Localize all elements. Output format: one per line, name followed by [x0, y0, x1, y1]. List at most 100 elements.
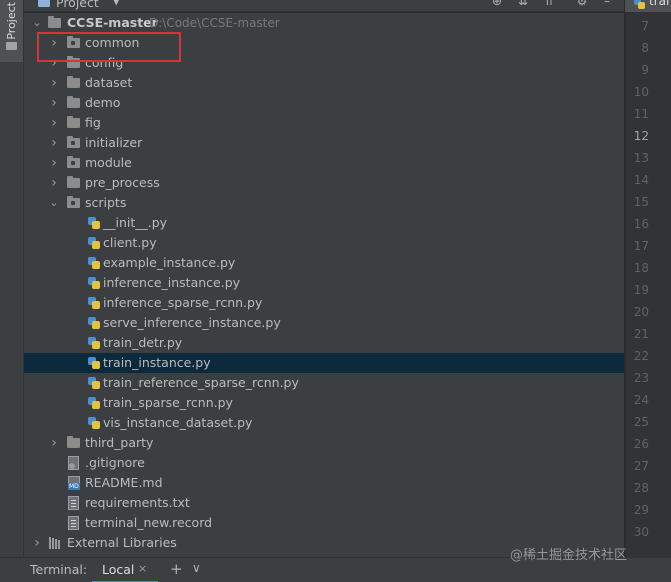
- tree-folder-module[interactable]: › module: [24, 153, 624, 173]
- python-file-icon: [87, 276, 101, 290]
- markdown-file-icon: [68, 476, 80, 490]
- tree-item-label: terminal_new.record: [85, 515, 213, 530]
- project-view-selector[interactable]: Project: [56, 0, 99, 10]
- tree-item-label: fig: [85, 115, 101, 130]
- chevron-down-icon[interactable]: ⌄: [49, 193, 59, 213]
- chevron-down-icon[interactable]: ⌄: [32, 13, 42, 33]
- tree-folder-demo[interactable]: › demo: [24, 93, 624, 113]
- tree-file-row[interactable]: example_instance.py: [24, 253, 624, 273]
- project-path: D:\Code\CCSE-master: [149, 16, 280, 30]
- tree-folder-scripts[interactable]: ⌄ scripts: [24, 193, 624, 213]
- tree-file-row[interactable]: terminal_new.record: [24, 513, 624, 533]
- tree-file-row[interactable]: serve_inference_instance.py: [24, 313, 624, 333]
- line-number: 20: [633, 305, 649, 319]
- add-icon[interactable]: +: [170, 560, 183, 578]
- python-file-icon: [87, 296, 101, 310]
- tree-file-row[interactable]: inference_sparse_rcnn.py: [24, 293, 624, 313]
- tree-folder-initializer[interactable]: › initializer: [24, 133, 624, 153]
- python-file-icon-yellow: [92, 341, 100, 349]
- python-file-icon: [87, 416, 101, 430]
- library-icon: [49, 537, 62, 549]
- tree-item-label: inference_instance.py: [103, 275, 241, 290]
- chevron-right-icon[interactable]: ›: [49, 53, 59, 73]
- tree-file-row[interactable]: __init__.py: [24, 213, 624, 233]
- editor-tab-label: trai: [649, 0, 670, 8]
- tree-folder-common[interactable]: › common: [24, 33, 624, 53]
- chevron-right-icon[interactable]: ›: [49, 33, 59, 53]
- settings-icon[interactable]: ⚙: [575, 0, 589, 8]
- line-number: 26: [633, 437, 649, 451]
- tree-file-row[interactable]: README.md: [24, 473, 624, 493]
- tree-item-label: inference_sparse_rcnn.py: [103, 295, 263, 310]
- tree-file-row[interactable]: client.py: [24, 233, 624, 253]
- line-number: 12: [633, 129, 649, 143]
- tree-item-label: scripts: [85, 195, 127, 210]
- tree-item-label: CCSE-master: [67, 15, 158, 30]
- chevron-right-icon[interactable]: ›: [49, 433, 59, 453]
- tree-folder-pre_process[interactable]: › pre_process: [24, 173, 624, 193]
- chevron-down-icon[interactable]: ▼: [112, 0, 120, 7]
- chevron-right-icon[interactable]: ›: [32, 533, 42, 553]
- line-number: 17: [633, 239, 649, 253]
- editor-tab[interactable]: trai: [625, 0, 671, 13]
- chevron-right-icon[interactable]: ›: [49, 73, 59, 93]
- line-number: 28: [633, 481, 649, 495]
- terminal-tab-label: Local: [102, 562, 135, 577]
- ide-window: Project Project ▼ ⊕ ⇊ ⇈ ⚙ – trai ⌄ CCSE-m…: [0, 0, 671, 582]
- tree-item-label: vis_instance_dataset.py: [103, 415, 253, 430]
- tree-file-row[interactable]: train_detr.py: [24, 333, 624, 353]
- tree-file-row[interactable]: train_instance.py: [24, 353, 624, 373]
- line-number: 24: [633, 393, 649, 407]
- line-number: 8: [641, 41, 649, 55]
- left-tool-stripe: Project: [0, 0, 24, 557]
- tree-item-label: dataset: [85, 75, 133, 90]
- tree-file-row[interactable]: .gitignore: [24, 453, 624, 473]
- python-file-icon-yellow: [92, 281, 100, 289]
- tree-folder-third-party[interactable]: › third_party: [24, 433, 624, 453]
- tree-file-row[interactable]: requirements.txt: [24, 493, 624, 513]
- text-file-icon: [68, 516, 79, 530]
- tree-file-row[interactable]: train_sparse_rcnn.py: [24, 393, 624, 413]
- hide-icon[interactable]: –: [600, 0, 614, 8]
- tree-folder-fig[interactable]: › fig: [24, 113, 624, 133]
- python-file-icon-yellow: [92, 261, 100, 269]
- tree-file-row[interactable]: inference_instance.py: [24, 273, 624, 293]
- tree-file-row[interactable]: train_reference_sparse_rcnn.py: [24, 373, 624, 393]
- chevron-right-icon[interactable]: ›: [49, 173, 59, 193]
- folder-icon: [67, 436, 80, 448]
- library-icon-bar: [49, 537, 51, 549]
- chevron-right-icon[interactable]: ›: [49, 113, 59, 133]
- gitignore-file-icon: [68, 456, 79, 470]
- project-tool-tab[interactable]: Project: [0, 0, 23, 62]
- chevron-down-icon[interactable]: ∨: [192, 561, 201, 575]
- tree-file-row[interactable]: vis_instance_dataset.py: [24, 413, 624, 433]
- locate-icon[interactable]: ⊕: [490, 0, 504, 8]
- tree-item-label: example_instance.py: [103, 255, 236, 270]
- line-number: 19: [633, 283, 649, 297]
- library-icon-bar: [58, 540, 60, 549]
- editor-gutter: 7 8 9 10 11 12 13 14 15 16 17 18 19 20 21 22 23 24 25 26 27 2…: [625, 13, 671, 557]
- tree-item-label: common: [85, 35, 140, 50]
- terminal-tab-local[interactable]: Local ×: [92, 558, 158, 582]
- python-file-icon-yellow: [92, 401, 100, 409]
- line-number: 14: [633, 173, 649, 187]
- folder-icon: [67, 156, 80, 168]
- line-number: 25: [633, 415, 649, 429]
- line-number: 27: [633, 459, 649, 473]
- close-icon[interactable]: ×: [138, 562, 147, 575]
- line-number: 21: [633, 327, 649, 341]
- collapse-all-icon[interactable]: ⇈: [542, 0, 556, 8]
- expand-all-icon[interactable]: ⇊: [516, 0, 530, 8]
- folder-icon: [38, 0, 50, 7]
- python-file-icon-yellow: [92, 361, 100, 369]
- tree-folder-config[interactable]: › config: [24, 53, 624, 73]
- tree-root-row[interactable]: ⌄ CCSE-master D:\Code\CCSE-master: [24, 13, 624, 33]
- library-icon-bar: [55, 539, 57, 549]
- terminal-label: Terminal:: [30, 562, 88, 577]
- chevron-right-icon[interactable]: ›: [49, 153, 59, 173]
- python-file-icon-yellow: [92, 421, 100, 429]
- chevron-right-icon[interactable]: ›: [49, 93, 59, 113]
- tree-folder-dataset[interactable]: › dataset: [24, 73, 624, 93]
- project-tree: ⌄ CCSE-master D:\Code\CCSE-master › common › c…: [24, 13, 624, 557]
- chevron-right-icon[interactable]: ›: [49, 133, 59, 153]
